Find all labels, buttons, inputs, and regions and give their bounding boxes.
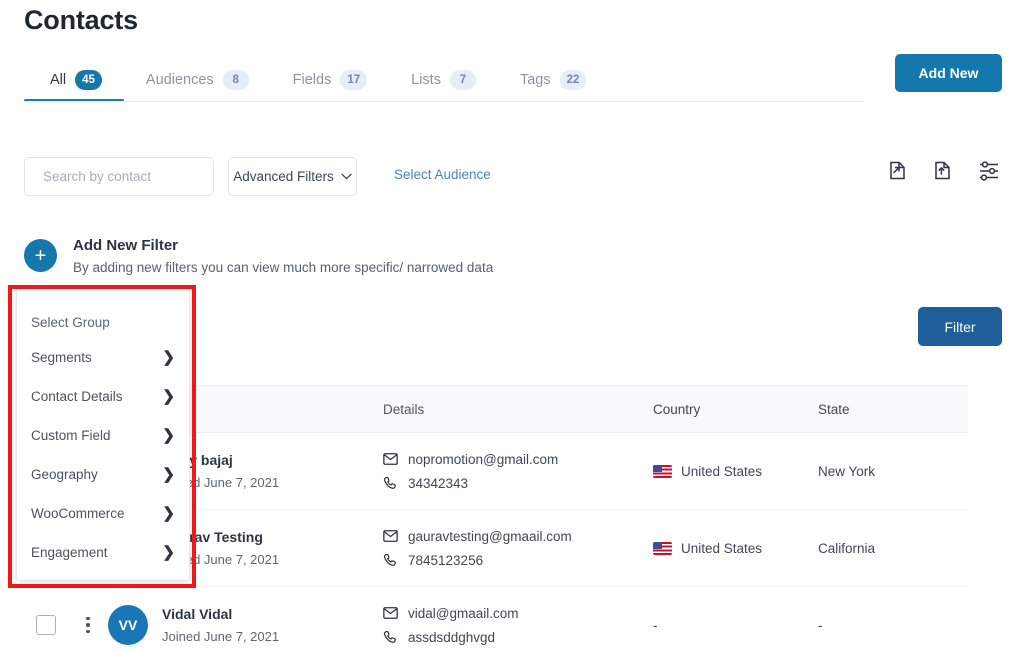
- tab-all[interactable]: All 45: [24, 58, 124, 102]
- filter-button[interactable]: Filter: [918, 307, 1002, 346]
- email-icon: [383, 453, 398, 465]
- column-settings-icon[interactable]: [978, 160, 1002, 182]
- contact-name: Vidal Vidal: [162, 605, 233, 622]
- select-group-item-woocommerce[interactable]: WooCommerce ❯: [17, 494, 189, 533]
- tab-count-badge: 8: [222, 70, 249, 90]
- contact-email: nopromotion@gmail.com: [408, 451, 559, 467]
- tab-count-badge: 22: [559, 70, 587, 90]
- phone-icon: [383, 630, 396, 643]
- select-group-title: Select Group: [31, 315, 110, 330]
- chevron-down-icon: [341, 173, 352, 180]
- tab-count-badge: 7: [449, 70, 476, 90]
- search-box[interactable]: ✕: [24, 157, 244, 196]
- contact-country: United States: [681, 540, 763, 556]
- contact-email: vidal@gmaail.com: [408, 605, 519, 621]
- chevron-right-icon: ❯: [162, 349, 175, 366]
- table-row[interactable]: VV Vidal Vidal Joined June 7, 2021 vidal@gm…: [24, 587, 968, 651]
- tab-bar: All 45 Audiences 8 Fields 17 Lists 7 Tags 22: [24, 58, 864, 103]
- contacts-page: Contacts All 45 Audiences 8 Fields 17 Lists 7 Ta…: [0, 0, 1024, 651]
- toolbar-icons: [888, 158, 1002, 183]
- row-details-cell: gauravtesting@gmaail.com 7845123256: [383, 524, 653, 572]
- select-group-item-label: WooCommerce: [31, 506, 125, 521]
- add-filter-subtitle: By adding new filters you can view much …: [73, 260, 494, 275]
- select-audience-link[interactable]: Select Audience: [394, 167, 491, 182]
- chevron-right-icon: ❯: [162, 505, 175, 522]
- plus-icon[interactable]: +: [24, 239, 57, 272]
- search-input[interactable]: [43, 169, 220, 184]
- select-group-item-label: Engagement: [31, 545, 108, 560]
- row-menu-icon[interactable]: [86, 616, 90, 634]
- tab-divider: [24, 101, 864, 102]
- tab-label: Tags: [519, 72, 551, 88]
- us-flag-icon: [653, 464, 672, 478]
- export-file-icon[interactable]: [888, 158, 911, 183]
- select-group-item-custom-field[interactable]: Custom Field ❯: [17, 416, 189, 455]
- tab-tags[interactable]: Tags 22: [498, 58, 608, 102]
- row-country-cell: United States: [653, 541, 818, 556]
- email-icon: [383, 607, 398, 619]
- contact-state: New York: [818, 463, 876, 479]
- add-new-filter-section[interactable]: + Add New Filter By adding new filters y…: [24, 236, 493, 277]
- contact-phone: 34342343: [408, 475, 469, 491]
- tab-label: All: [50, 72, 67, 88]
- column-header-state: State: [818, 401, 850, 417]
- select-group-item-label: Segments: [31, 350, 92, 365]
- row-checkbox[interactable]: [36, 615, 56, 635]
- contact-email: gauravtesting@gmaail.com: [408, 528, 572, 544]
- tab-lists[interactable]: Lists 7: [389, 58, 498, 102]
- select-group-list: Segments ❯ Contact Details ❯ Custom Field ❯ Ge…: [17, 338, 189, 572]
- select-group-item-geography[interactable]: Geography ❯: [17, 455, 189, 494]
- us-flag-icon: [653, 541, 672, 555]
- select-group-item-label: Custom Field: [31, 428, 111, 443]
- chevron-right-icon: ❯: [162, 466, 175, 483]
- row-identity-cell: VV Vidal Vidal Joined June 7, 2021: [108, 605, 383, 646]
- row-checkbox-cell: [24, 615, 68, 635]
- contact-phone: 7845123256: [408, 552, 484, 568]
- tab-count-badge: 45: [75, 70, 102, 90]
- chevron-right-icon: ❯: [162, 544, 175, 561]
- tab-label: Audiences: [145, 72, 214, 88]
- row-details-cell: vidal@gmaail.com assdsddghvgd: [383, 601, 653, 649]
- row-country-cell: -: [653, 618, 818, 633]
- contact-phone: assdsddghvgd: [408, 629, 496, 645]
- contact-state: California: [818, 540, 876, 556]
- tab-label: Lists: [411, 72, 441, 88]
- row-menu-cell: [68, 616, 108, 634]
- row-details-cell: nopromotion@gmail.com 34342343: [383, 447, 653, 495]
- chevron-right-icon: ❯: [162, 388, 175, 405]
- contact-joined: Joined June 7, 2021: [162, 628, 280, 644]
- tab-audiences[interactable]: Audiences 8: [124, 58, 271, 102]
- add-filter-title: Add New Filter: [73, 237, 179, 254]
- select-group-item-contact-details[interactable]: Contact Details ❯: [17, 377, 189, 416]
- select-group-item-label: Geography: [31, 467, 98, 482]
- select-group-dropdown: Select Group Segments ❯ Contact Details ❯ Cu…: [16, 288, 190, 581]
- contact-country: United States: [681, 463, 763, 479]
- tab-fields[interactable]: Fields 17: [271, 58, 389, 102]
- phone-icon: [383, 476, 396, 489]
- contact-state: -: [818, 617, 823, 633]
- select-group-item-engagement[interactable]: Engagement ❯: [17, 533, 189, 572]
- advanced-filters-label: Advanced Filters: [233, 169, 334, 184]
- avatar: VV: [108, 605, 148, 645]
- tab-count-badge: 17: [340, 70, 368, 90]
- phone-icon: [383, 553, 396, 566]
- chevron-right-icon: ❯: [162, 427, 175, 444]
- row-country-cell: United States: [653, 464, 818, 479]
- select-group-item-label: Contact Details: [31, 389, 123, 404]
- contact-country: -: [653, 617, 658, 633]
- select-group-item-segments[interactable]: Segments ❯: [17, 338, 189, 377]
- add-new-button[interactable]: Add New: [895, 54, 1002, 92]
- page-title: Contacts: [24, 5, 138, 35]
- column-header-details: Details: [383, 401, 425, 417]
- email-icon: [383, 530, 398, 542]
- import-file-icon[interactable]: [933, 158, 956, 183]
- column-header-country: Country: [653, 401, 701, 417]
- advanced-filters-dropdown[interactable]: Advanced Filters: [228, 157, 357, 196]
- tab-label: Fields: [292, 72, 332, 88]
